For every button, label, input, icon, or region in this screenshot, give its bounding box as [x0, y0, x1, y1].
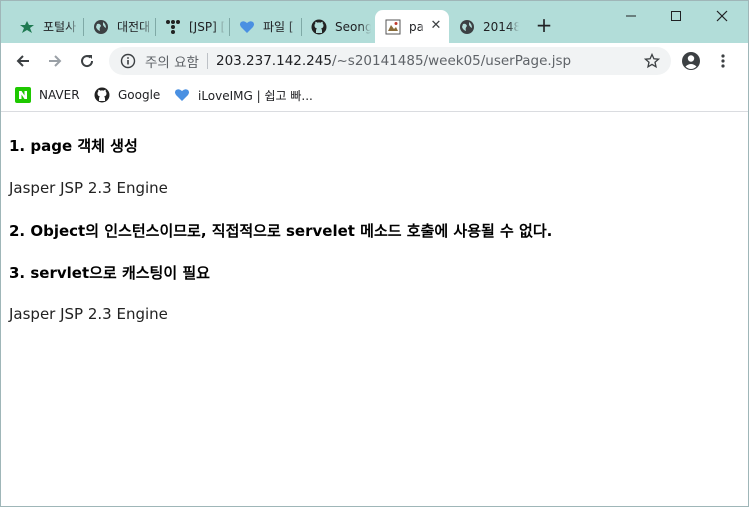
tab-label: 대전대: [117, 20, 151, 34]
info-icon[interactable]: [119, 52, 137, 70]
tab-label: pa: [409, 19, 424, 34]
ilovimg-heart-icon: [239, 19, 255, 35]
globe-icon: [93, 19, 109, 35]
page-favicon-icon: [385, 19, 401, 35]
bookmark-label: iLoveIMG | 쉽고 빠...: [198, 88, 313, 103]
tab-strip: 포털사 대전대 [JSP] [ 파일 [Seong pa ✕ 20148 +: [1, 1, 748, 43]
page-content: 1. page 객체 생성 Jasper JSP 2.3 Engine 2. O…: [1, 112, 748, 506]
heading-object-instance: 2. Object의 인스턴스이므로, 직접적으로 servelet 메소드 호…: [9, 222, 553, 240]
tab-daejeon[interactable]: 대전대: [83, 10, 155, 43]
address-bar[interactable]: 주의 요함 203.237.142.245/~s20141485/week05/…: [109, 47, 671, 75]
heading-servlet-cast: 3. servlet으로 캐스팅이 필요: [9, 264, 210, 282]
globe-icon: [459, 19, 475, 35]
minimize-button[interactable]: [608, 1, 654, 31]
bookmark-star-icon[interactable]: [643, 52, 661, 70]
close-window-button[interactable]: [699, 1, 745, 31]
close-tab-icon[interactable]: ✕: [429, 19, 443, 33]
tab-label: 포털사: [43, 20, 77, 34]
forward-button[interactable]: [42, 48, 68, 74]
tistory-icon: [165, 19, 181, 35]
bookmark-google[interactable]: Google: [94, 85, 160, 105]
naver-icon: [15, 87, 31, 103]
back-button[interactable]: [10, 48, 36, 74]
bookmarks-bar: NAVER Google iLoveIMG | 쉽고 빠...: [1, 79, 748, 112]
bookmark-label: Google: [118, 88, 161, 102]
heading-page-object: 1. page 객체 생성: [9, 137, 138, 155]
tab-file[interactable]: 파일 [: [229, 10, 301, 43]
url-path: /~s20141485/week05/userPage.jsp: [331, 53, 572, 69]
address-divider: [206, 53, 208, 69]
github-icon: [311, 19, 327, 35]
security-status-label: 주의 요함: [145, 55, 199, 71]
reload-button[interactable]: [74, 48, 100, 74]
tab-label: Seong: [335, 19, 371, 34]
tab-active-page[interactable]: pa ✕: [375, 10, 449, 43]
bookmark-naver[interactable]: NAVER: [15, 85, 80, 105]
navigation-toolbar: 주의 요함 203.237.142.245/~s20141485/week05/…: [1, 43, 748, 79]
tab-label: 파일 [: [263, 20, 294, 34]
engine-output-1: Jasper JSP 2.3 Engine: [9, 179, 168, 197]
new-tab-button[interactable]: +: [533, 14, 555, 36]
naver-cafe-icon: [19, 19, 35, 35]
tab-jsp[interactable]: [JSP] [: [155, 10, 229, 43]
tab-label: 20148: [483, 19, 519, 34]
tab-20148[interactable]: 20148: [449, 10, 523, 43]
profile-avatar-icon[interactable]: [678, 48, 704, 74]
engine-output-2: Jasper JSP 2.3 Engine: [9, 305, 168, 323]
more-menu-icon[interactable]: [710, 48, 736, 74]
browser-window: 포털사 대전대 [JSP] [ 파일 [Seong pa ✕ 20148 + …: [0, 0, 749, 507]
maximize-button[interactable]: [653, 1, 699, 31]
ilovimg-heart-icon: [174, 87, 190, 103]
github-icon: [94, 87, 110, 103]
tab-seong[interactable]: Seong: [301, 10, 375, 43]
url-host: 203.237.142.245: [215, 53, 332, 69]
bookmark-label: NAVER: [39, 88, 80, 102]
tab-portal[interactable]: 포털사: [9, 10, 83, 43]
bookmark-ilovimg[interactable]: iLoveIMG | 쉽고 빠...: [174, 85, 313, 105]
tab-label: [JSP] [: [189, 19, 225, 34]
